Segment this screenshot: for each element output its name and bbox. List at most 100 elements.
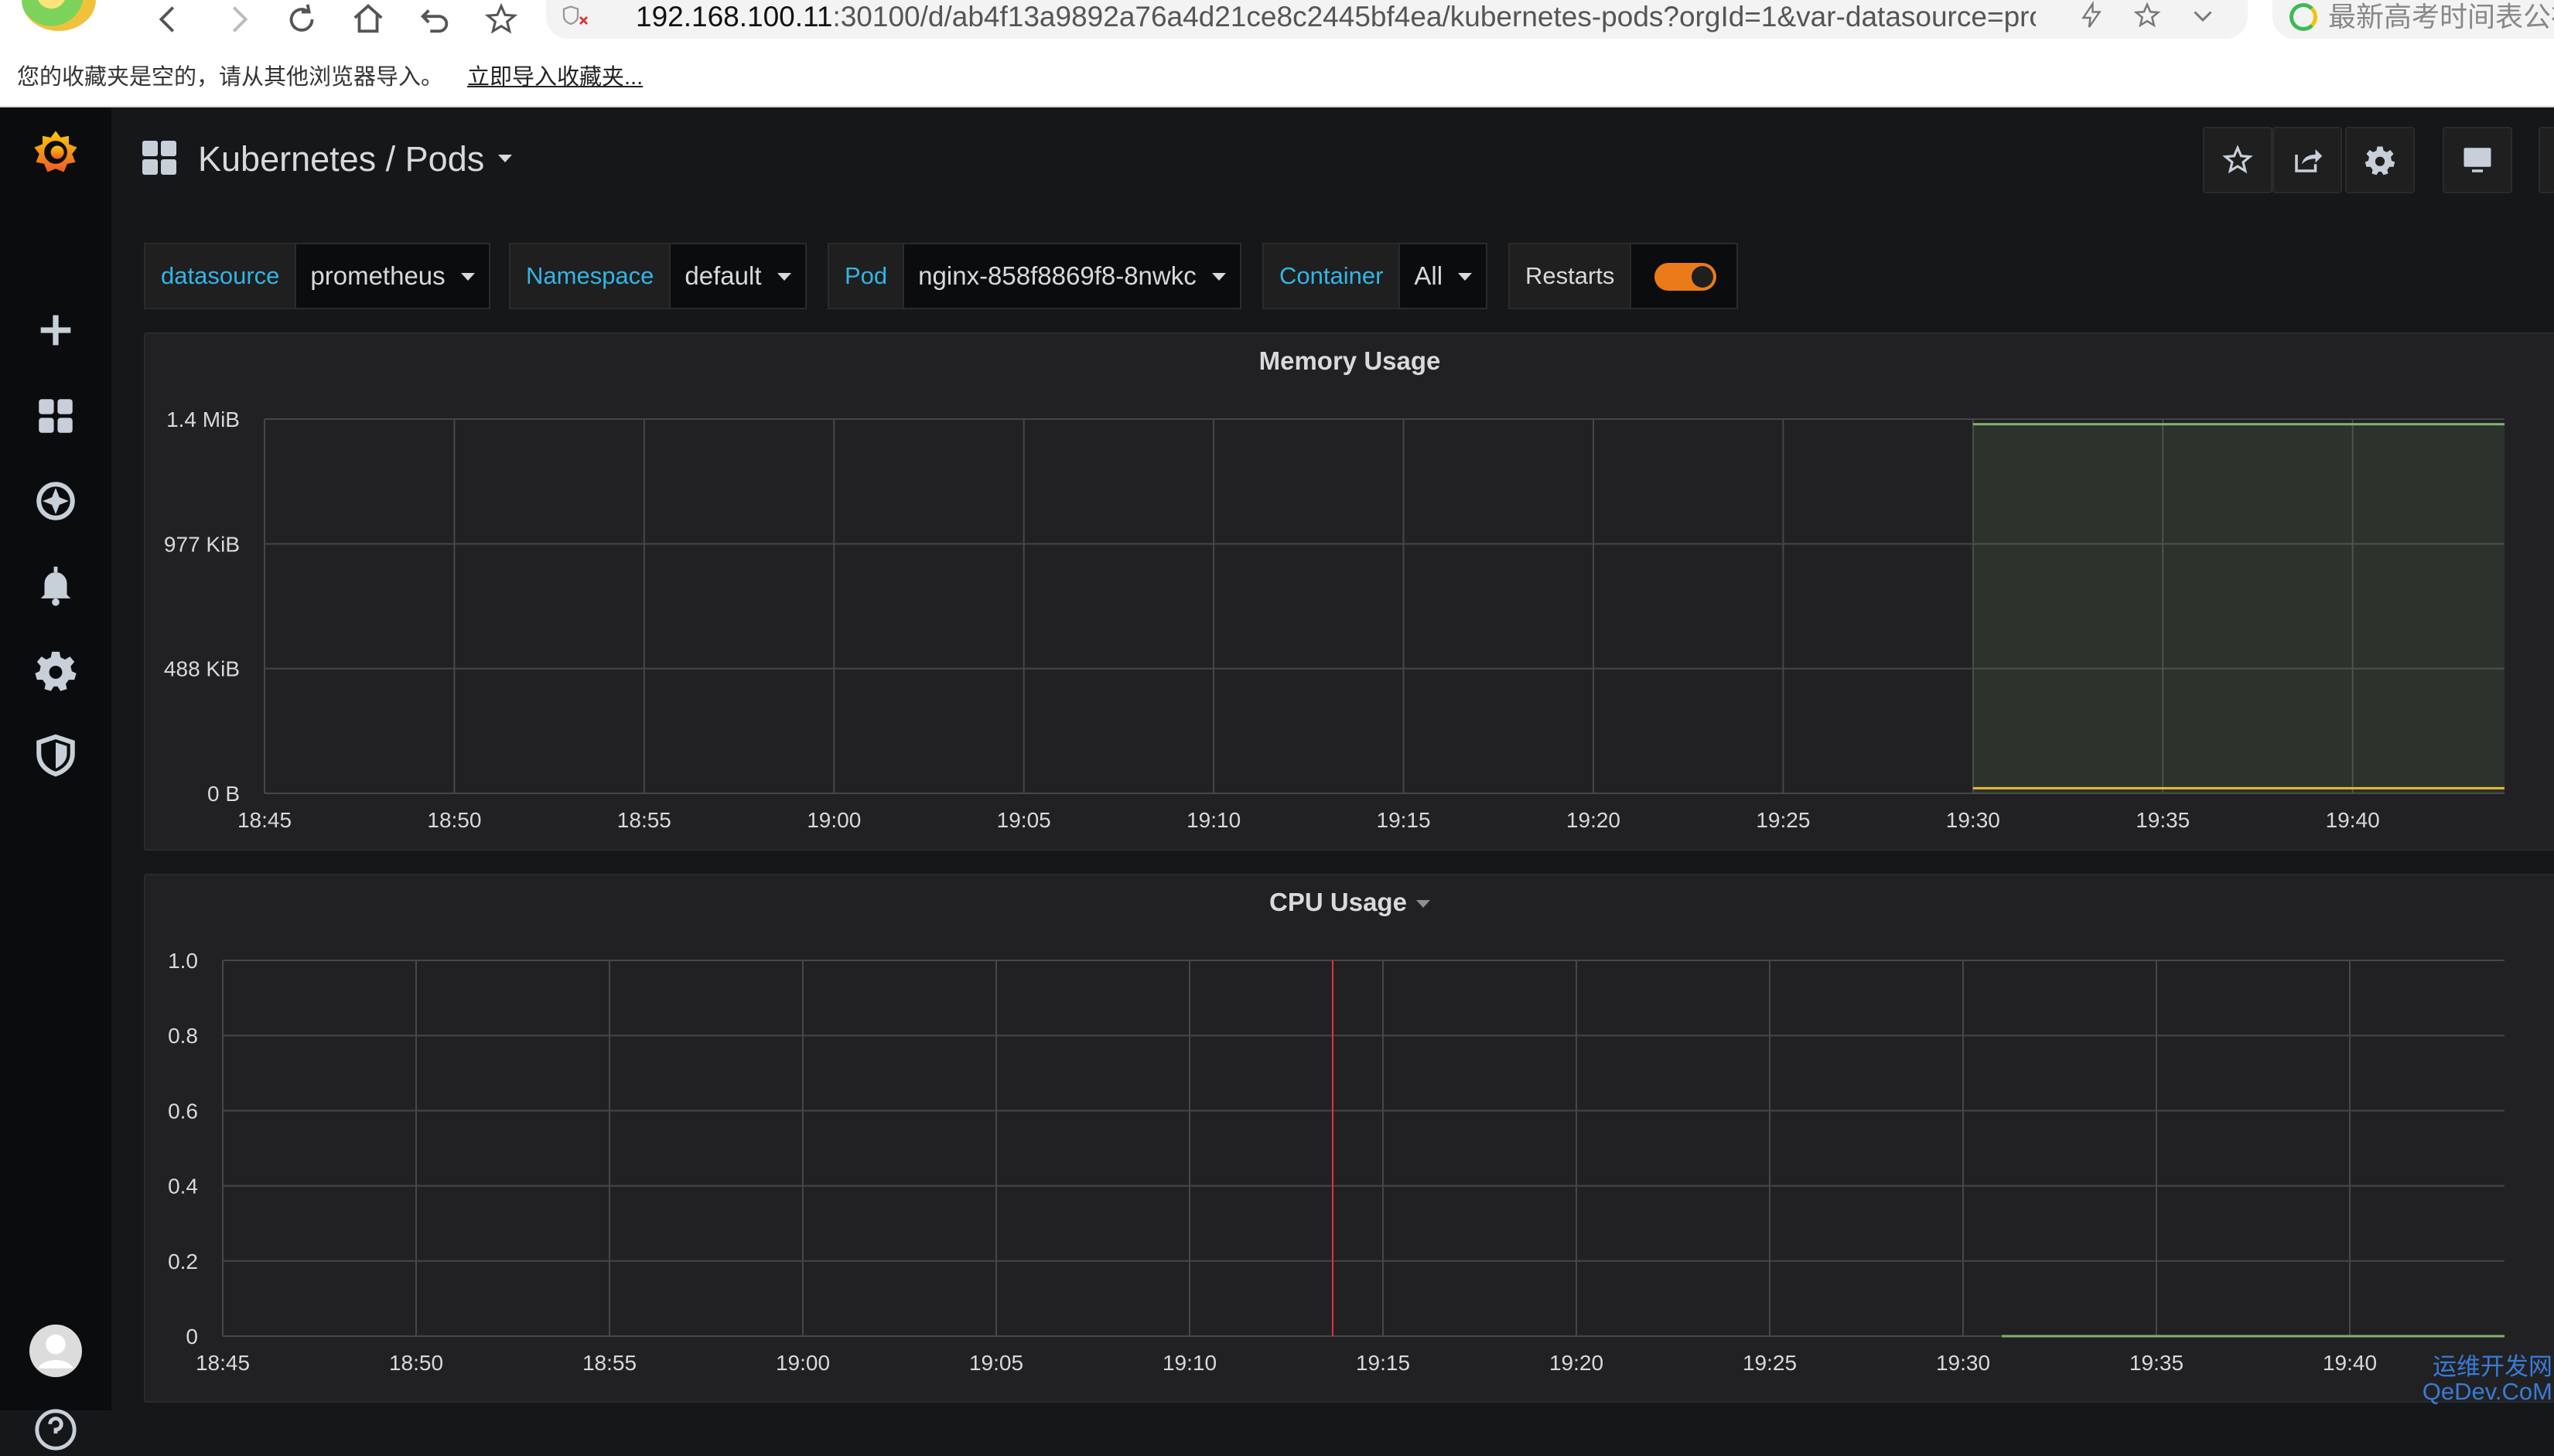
tv-mode-icon <box>2464 148 2491 172</box>
grafana-logo-icon[interactable] <box>29 126 82 179</box>
memory-x-tick-label: 19:35 <box>2136 808 2190 832</box>
time-picker-button[interactable] <box>2539 127 2554 193</box>
import-bookmarks-link[interactable]: 立即导入收藏夹... <box>467 54 643 101</box>
back-icon[interactable] <box>147 2 190 36</box>
bookmark-star-icon[interactable] <box>2132 0 2162 34</box>
plus-icon[interactable] <box>29 304 82 356</box>
cpu-x-tick-label: 19:15 <box>1356 1351 1410 1375</box>
variable-namespace-dropdown[interactable]: default <box>669 243 807 309</box>
cpu-x-tick-label: 19:30 <box>1936 1351 1990 1375</box>
cpu-x-tick-label: 19:10 <box>1163 1351 1217 1375</box>
dashboard-title[interactable]: Kubernetes / Pods <box>198 136 484 182</box>
memory-series-0-area <box>1972 424 2504 793</box>
grafana-sidemenu <box>0 107 111 1451</box>
cpu-x-tick-label: 19:00 <box>776 1351 830 1375</box>
cpu-usage-chart[interactable]: 0 0.2 0.4 0.6 0.8 1.0 18:45 18:50 18:55 19:00 19:0… <box>145 875 2554 1401</box>
share-dashboard-button[interactable] <box>2272 127 2342 193</box>
cpu-x-tick-label: 19:05 <box>969 1351 1023 1375</box>
memory-x-tick-label: 18:45 <box>237 808 292 832</box>
server-admin-shield-icon[interactable] <box>29 729 82 782</box>
variable-container: Container All <box>1262 243 1488 309</box>
variable-namespace: Namespace default <box>509 243 807 309</box>
cpu-y-tick-label: 1.0 <box>168 949 198 973</box>
lightning-icon[interactable] <box>2078 0 2105 34</box>
memory-x-tick-label: 19:40 <box>2326 808 2380 832</box>
memory-y-tick-label: 0 B <box>207 782 240 806</box>
variable-datasource-dropdown[interactable]: prometheus <box>295 243 490 309</box>
dashboard-settings-button[interactable] <box>2345 127 2415 193</box>
explore-icon[interactable] <box>29 475 82 527</box>
star-icon <box>2222 145 2253 174</box>
star-dashboard-button[interactable] <box>2203 127 2272 193</box>
tv-mode-button[interactable] <box>2443 127 2512 193</box>
memory-y-tick-label: 1.4 MiB <box>166 407 240 431</box>
variable-container-label: Container <box>1262 243 1399 309</box>
bookmark-empty-message: 您的收藏夹是空的，请从其他浏览器导入。 <box>17 65 444 90</box>
alerting-bell-icon[interactable] <box>29 559 82 612</box>
memory-usage-chart[interactable]: 0 B 488 KiB 977 KiB 1.4 MiB 18:45 18:50 18:55 1… <box>145 334 2554 849</box>
browser-chrome: 192.168.100.11:30100/d/ab4f13a9892a76a4d… <box>0 0 2554 107</box>
undo-icon[interactable] <box>413 2 456 36</box>
watermark-line-2: QeDev.CoM <box>2422 1378 2552 1405</box>
user-avatar[interactable] <box>29 1325 82 1377</box>
cpu-y-tick-label: 0.2 <box>168 1250 198 1274</box>
url-path: :30100/d/ab4f13a9892a76a4d21ce8c2445bf4e… <box>832 1 2036 32</box>
cpu-x-tick-label: 19:35 <box>2129 1351 2184 1375</box>
chevron-down-icon[interactable] <box>2189 0 2217 34</box>
memory-x-tick-label: 19:05 <box>997 808 1051 832</box>
cpu-x-tick-label: 18:45 <box>196 1351 250 1375</box>
cpu-x-tick-label: 18:55 <box>582 1351 637 1375</box>
cpu-y-tick-label: 0 <box>186 1325 198 1349</box>
cpu-usage-panel: CPU Usage 0 0.2 0.4 0.6 0.8 1.0 18:45 18:50 18:5… <box>144 874 2554 1403</box>
chevron-down-icon <box>777 273 791 281</box>
browser-search-box[interactable]: 最新高考时间表公布 <box>2272 0 2554 39</box>
restarts-toggle-knob <box>1692 266 1714 288</box>
memory-x-tick-label: 19:25 <box>1756 808 1810 832</box>
variable-pod-label: Pod <box>828 243 903 309</box>
restarts-toggle[interactable] <box>1630 243 1739 309</box>
cpu-y-tick-label: 0.8 <box>168 1024 198 1048</box>
url-host: 192.168.100.11 <box>636 1 833 32</box>
memory-x-tick-label: 19:15 <box>1377 808 1431 832</box>
variable-pod-value: nginx-858f8869f8-8nwkc <box>918 261 1197 290</box>
reload-icon[interactable] <box>280 2 323 36</box>
chevron-down-icon <box>460 273 475 281</box>
memory-x-tick-label: 19:20 <box>1566 808 1620 832</box>
memory-y-tick-label: 488 KiB <box>164 657 240 681</box>
variable-pod: Pod nginx-858f8869f8-8nwkc <box>828 243 1241 309</box>
dashboard-title-caret-icon[interactable] <box>498 155 512 162</box>
memory-x-tick-label: 18:55 <box>617 808 671 832</box>
variable-restarts: Restarts <box>1508 243 1739 309</box>
memory-usage-panel: Memory Usage 0 B 488 KiB 977 KiB 1.4 MiB 18:… <box>144 332 2554 851</box>
variable-container-dropdown[interactable]: All <box>1398 243 1488 309</box>
chevron-down-icon <box>1458 273 1473 281</box>
variable-datasource-value: prometheus <box>310 261 446 290</box>
variable-namespace-value: default <box>685 261 762 290</box>
variable-datasource-label: datasource <box>144 243 295 309</box>
search-engine-icon <box>2289 3 2317 31</box>
search-input[interactable]: 最新高考时间表公布 <box>2328 0 2554 34</box>
share-icon <box>2295 149 2323 172</box>
favorite-star-icon[interactable] <box>480 2 523 36</box>
browser-logo-icon[interactable] <box>22 0 96 31</box>
restarts-toggle-track[interactable] <box>1654 263 1717 291</box>
help-icon[interactable] <box>29 1403 82 1456</box>
variable-pod-dropdown[interactable]: nginx-858f8869f8-8nwkc <box>903 243 1241 309</box>
settings-gear-icon <box>2364 146 2395 176</box>
memory-y-tick-label: 977 KiB <box>164 532 240 556</box>
forward-icon[interactable] <box>217 2 260 36</box>
memory-x-tick-label: 18:50 <box>427 808 481 832</box>
cpu-x-tick-label: 19:25 <box>1743 1351 1797 1375</box>
variable-datasource: datasource prometheus <box>144 243 490 309</box>
home-icon[interactable] <box>347 2 390 36</box>
security-shield-icon[interactable] <box>560 3 594 31</box>
address-bar-actions <box>2078 0 2217 34</box>
site-watermark: 运维开发网 QeDev.CoM <box>2421 1355 2552 1404</box>
address-bar[interactable]: 192.168.100.11:30100/d/ab4f13a9892a76a4d… <box>546 0 2248 39</box>
dashboard-grid-icon <box>142 141 176 175</box>
url-text[interactable]: 192.168.100.11:30100/d/ab4f13a9892a76a4d… <box>636 0 2036 34</box>
memory-x-tick-label: 19:10 <box>1187 808 1241 832</box>
configuration-gear-icon[interactable] <box>29 644 82 697</box>
dashboards-icon[interactable] <box>29 390 82 442</box>
cpu-x-tick-label: 19:20 <box>1549 1351 1603 1375</box>
